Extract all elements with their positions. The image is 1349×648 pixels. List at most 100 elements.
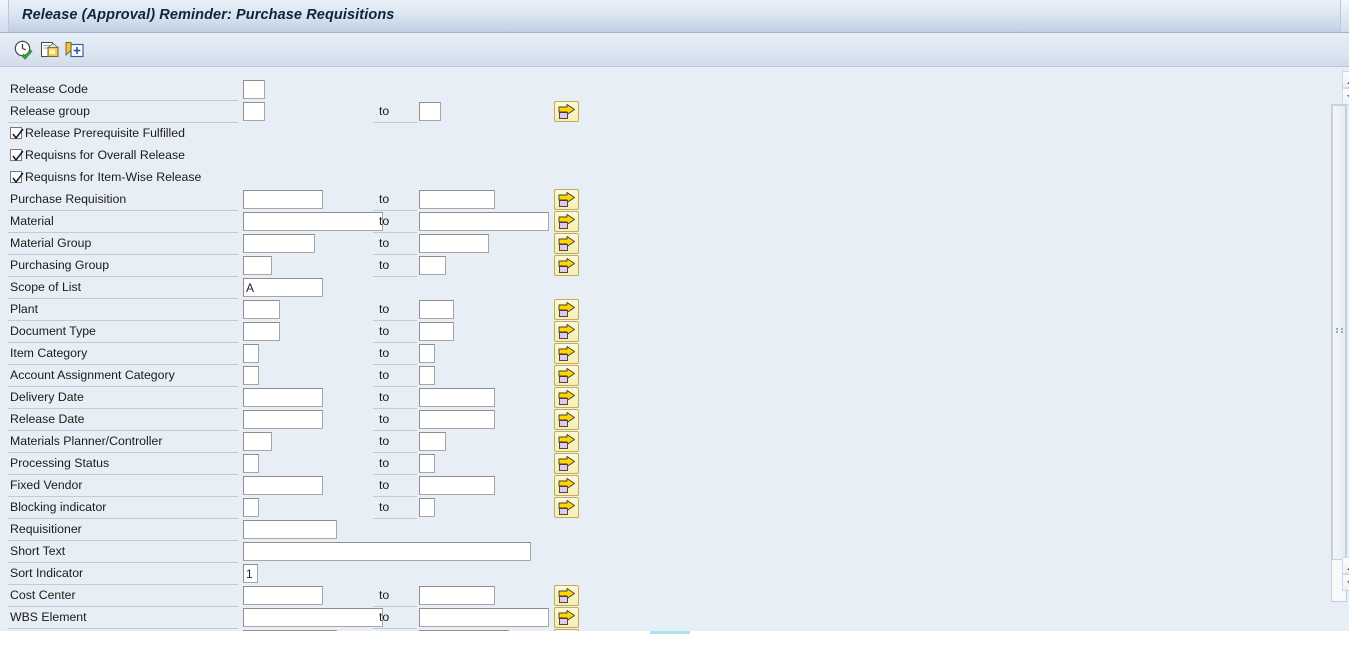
field-label: Materials Planner/Controller (10, 434, 163, 448)
field-label: Blocking indicator (10, 500, 107, 514)
field-to-input[interactable] (419, 476, 495, 495)
selection-row: Purchasing Group to (0, 255, 1322, 277)
multiple-selection-button[interactable] (554, 299, 579, 320)
multiple-selection-button[interactable] (554, 255, 579, 276)
to-separator-label: to (379, 456, 390, 470)
field-from-input[interactable] (243, 102, 265, 121)
field-from-input[interactable] (243, 586, 323, 605)
variant-icon[interactable] (63, 39, 85, 61)
field-to-input[interactable] (419, 410, 495, 429)
field-from-input[interactable] (243, 322, 280, 341)
field-to-input[interactable] (419, 234, 489, 253)
checkbox-3[interactable] (10, 149, 24, 162)
field-to-input[interactable] (419, 454, 435, 473)
field-from-input[interactable] (243, 608, 383, 627)
scroll-down-arrow-top-icon[interactable] (1342, 88, 1349, 105)
field-to-input[interactable] (419, 256, 446, 275)
to-separator-label: to (379, 346, 390, 360)
multiple-selection-button[interactable] (554, 211, 579, 232)
multiple-selection-button[interactable] (554, 497, 579, 518)
field-from-input[interactable] (243, 278, 323, 297)
field-from-input[interactable] (243, 300, 280, 319)
sap-gui-window: Release (Approval) Reminder: Purchase Re… (0, 0, 1349, 648)
field-to-input[interactable] (419, 190, 495, 209)
field-to-input[interactable] (419, 586, 495, 605)
multiple-selection-button[interactable] (554, 585, 579, 606)
selection-row: WBS Element to (0, 607, 1322, 629)
field-label: Cost Center (10, 588, 76, 602)
field-to-input[interactable] (419, 498, 435, 517)
field-from-input[interactable] (243, 256, 272, 275)
selection-row: Release group to (0, 101, 1322, 123)
multiple-selection-button[interactable] (554, 431, 579, 452)
arrow-right-icon (558, 588, 575, 603)
field-from-input[interactable] (243, 432, 272, 451)
scroll-up-arrow-bottom-icon[interactable] (1342, 557, 1349, 574)
to-separator-label: to (379, 500, 390, 514)
multiple-selection-button[interactable] (554, 233, 579, 254)
field-to-input[interactable] (419, 432, 446, 451)
scrollbar-track[interactable] (1331, 104, 1347, 602)
selection-row: Item Category to (0, 343, 1322, 365)
field-from-input[interactable] (243, 80, 265, 99)
field-label: Material Group (10, 236, 92, 250)
checkbox-4[interactable] (10, 171, 24, 184)
to-separator-label: to (379, 324, 390, 338)
field-to-input[interactable] (419, 608, 549, 627)
multiple-selection-icon[interactable] (39, 39, 61, 61)
application-toolbar: © www.tutorialkart.com (0, 33, 1349, 94)
field-from-input[interactable] (243, 542, 531, 561)
multiple-selection-button[interactable] (554, 607, 579, 628)
field-label: Plant (10, 302, 39, 316)
selection-row: Material Group to (0, 233, 1322, 255)
status-strip (0, 631, 1349, 648)
field-to-input[interactable] (419, 322, 454, 341)
scrollbar-thumb[interactable] (1332, 105, 1346, 560)
field-label: Release Date (10, 412, 85, 426)
scroll-down-arrow-bottom-icon[interactable] (1342, 574, 1349, 591)
field-from-input[interactable] (243, 520, 337, 539)
field-to-input[interactable] (419, 344, 435, 363)
selection-row: Short Text (0, 541, 1322, 563)
arrow-right-icon (558, 610, 575, 625)
field-to-input[interactable] (419, 102, 441, 121)
field-from-input[interactable] (243, 454, 259, 473)
execute-clock-icon[interactable] (13, 39, 35, 61)
checkbox-2[interactable] (10, 127, 24, 140)
vertical-scrollbar[interactable] (1322, 68, 1349, 631)
selection-row: Cost Center to (0, 585, 1322, 607)
checkbox-label: Release Prerequisite Fulfilled (25, 126, 185, 140)
scroll-up-arrow-top-icon[interactable] (1342, 71, 1349, 88)
field-from-input[interactable] (243, 344, 259, 363)
field-from-input[interactable] (243, 366, 259, 385)
field-from-input[interactable] (243, 212, 383, 231)
multiple-selection-button[interactable] (554, 453, 579, 474)
field-to-input[interactable] (419, 366, 435, 385)
multiple-selection-button[interactable] (554, 343, 579, 364)
multiple-selection-button[interactable] (554, 189, 579, 210)
selection-row: Plant to (0, 299, 1322, 321)
to-separator-label: to (379, 588, 390, 602)
multiple-selection-button[interactable] (554, 475, 579, 496)
field-to-input[interactable] (419, 300, 454, 319)
field-to-input[interactable] (419, 388, 495, 407)
multiple-selection-button[interactable] (554, 101, 579, 122)
field-from-input[interactable] (243, 498, 259, 517)
multiple-selection-button[interactable] (554, 365, 579, 386)
multiple-selection-button[interactable] (554, 321, 579, 342)
check-icon (12, 150, 24, 162)
multiple-selection-button[interactable] (554, 409, 579, 430)
field-from-input[interactable] (243, 476, 323, 495)
arrow-right-icon (558, 434, 575, 449)
arrow-right-icon (558, 214, 575, 229)
selection-row: Sort Indicator (0, 563, 1322, 585)
multiple-selection-button[interactable] (554, 387, 579, 408)
field-from-input[interactable] (243, 410, 323, 429)
field-from-input[interactable] (243, 388, 323, 407)
field-to-input[interactable] (419, 212, 549, 231)
arrow-right-icon (558, 258, 575, 273)
field-from-input[interactable] (243, 234, 315, 253)
field-from-input[interactable] (243, 564, 258, 583)
field-from-input[interactable] (243, 190, 323, 209)
to-separator-label: to (379, 478, 390, 492)
